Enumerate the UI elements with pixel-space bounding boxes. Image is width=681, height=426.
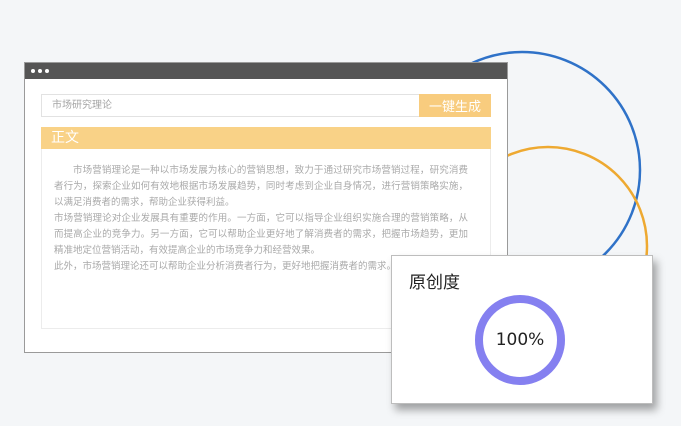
originality-card: 原创度 100% (391, 255, 653, 404)
originality-title: 原创度 (409, 273, 460, 293)
section-header: 正文 (41, 127, 491, 149)
window-titlebar (25, 63, 507, 79)
window-dot-icon (45, 69, 49, 73)
stage: 一键生成 正文 市场营销理论是一种以市场发展为核心的营销思想，致力于通过研究市场… (0, 0, 681, 426)
content-paragraph: 市场营销理论是一种以市场发展为核心的营销思想，致力于通过研究市场营销过程，研究消… (54, 165, 468, 208)
section-title: 正文 (51, 130, 79, 146)
search-input[interactable] (41, 94, 419, 117)
window-dot-icon (31, 69, 35, 73)
content-paragraph: 市场营销理论对企业发展具有重要的作用。一方面，它可以指导企业组织实施合理的营销策… (54, 213, 468, 256)
originality-value: 100% (495, 330, 545, 350)
generate-button[interactable]: 一键生成 (419, 94, 491, 117)
search-row: 一键生成 (41, 94, 491, 117)
window-dot-icon (38, 69, 42, 73)
